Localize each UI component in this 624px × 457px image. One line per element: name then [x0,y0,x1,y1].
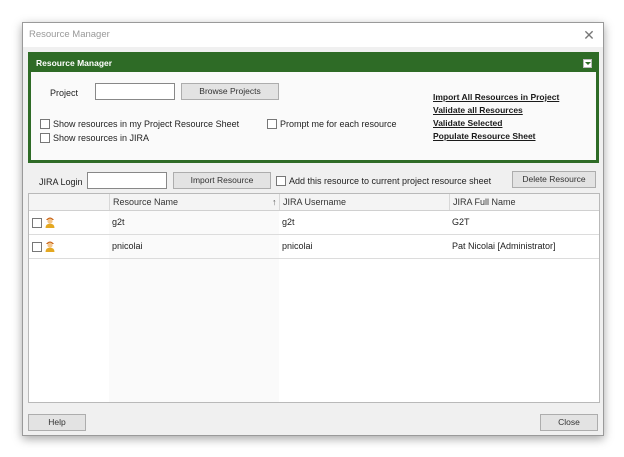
validate-selected-link[interactable]: Validate Selected [433,118,502,128]
user-icon [45,241,55,252]
table-row[interactable]: pnicolai pnicolai Pat Nicolai [Administr… [29,235,599,259]
prompt-each-checkbox[interactable] [267,119,277,129]
jira-login-input[interactable] [87,172,167,189]
import-resource-button[interactable]: Import Resource [173,172,271,189]
project-label: Project [50,88,79,98]
cell-jira-full-name: G2T [452,217,470,227]
project-input[interactable] [95,83,175,100]
col-header-jira-username[interactable]: JIRA Username [279,194,450,210]
close-button[interactable]: Close [540,414,598,431]
table-row[interactable]: g2t g2t G2T [29,211,599,235]
resource-grid: Resource Name ↑ JIRA Username JIRA Full … [28,193,600,403]
cell-jira-username: pnicolai [282,241,313,251]
col-header-resource-name[interactable]: Resource Name [109,194,280,210]
resource-manager-panel: Resource Manager Project Browse Projects… [28,52,599,163]
show-in-sheet-checkbox[interactable] [40,119,50,129]
delete-resource-button[interactable]: Delete Resource [512,171,596,188]
jira-login-label: JIRA Login [39,177,83,187]
panel-header-title: Resource Manager [36,58,113,68]
cell-resource-name: g2t [112,217,125,227]
show-in-jira-checkbox[interactable] [40,133,50,143]
cell-jira-username: g2t [282,217,295,227]
populate-resource-sheet-link[interactable]: Populate Resource Sheet [433,131,536,141]
window-title: Resource Manager [29,29,110,40]
row-select-checkbox[interactable] [32,218,42,228]
add-to-sheet-label: Add this resource to current project res… [289,176,492,186]
show-in-jira-label: Show resources in JIRA [53,133,150,143]
show-in-sheet-label: Show resources in my Project Resource Sh… [53,119,240,129]
row-select-checkbox[interactable] [32,242,42,252]
add-to-sheet-checkbox[interactable] [276,176,286,186]
title-bar: Resource Manager ✕ [23,23,603,47]
grid-header: Resource Name ↑ JIRA Username JIRA Full … [29,194,599,211]
help-button[interactable]: Help [28,414,86,431]
sort-ascending-icon: ↑ [272,197,277,207]
prompt-each-label: Prompt me for each resource [280,119,397,129]
browse-projects-button[interactable]: Browse Projects [181,83,279,100]
import-all-resources-link[interactable]: Import All Resources in Project [433,92,559,102]
col-header-select[interactable] [29,194,109,210]
resource-manager-window: Resource Manager ✕ Resource Manager Proj… [22,22,604,436]
col-header-jira-full-name[interactable]: JIRA Full Name [449,194,599,210]
cell-jira-full-name: Pat Nicolai [Administrator] [452,241,556,251]
cell-resource-name: pnicolai [112,241,143,251]
panel-header: Resource Manager [31,55,596,72]
validate-all-resources-link[interactable]: Validate all Resources [433,105,523,115]
collapse-icon[interactable] [583,59,592,68]
user-icon [45,217,55,228]
close-icon[interactable]: ✕ [579,25,599,45]
